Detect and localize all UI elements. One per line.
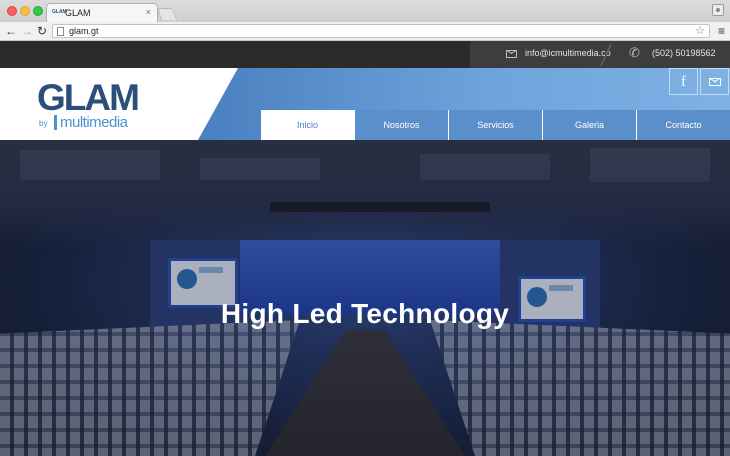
back-icon[interactable]: ← <box>5 23 17 39</box>
close-tab-icon[interactable]: × <box>146 7 151 17</box>
nav-item-servicios[interactable]: Servicios <box>448 110 542 140</box>
website: info@icmultimedia.co ✆ (502) 50198562 GL… <box>0 41 730 456</box>
browser-toolbar: ← → ↻ glam.gt ☆ ≡ <box>0 22 730 41</box>
hero-title: High Led Technology <box>220 298 510 329</box>
nav-item-galeria[interactable]: Galeria <box>542 110 636 140</box>
envelope-icon <box>709 78 721 86</box>
close-window-button[interactable] <box>7 6 17 16</box>
profile-icon[interactable] <box>712 4 724 16</box>
logo-bar <box>54 115 57 130</box>
contact-email-link[interactable]: info@icmultimedia.co <box>525 48 611 58</box>
hero-banner: High Led Technology <box>0 140 730 456</box>
page-icon <box>57 27 64 36</box>
browser-menu-icon[interactable]: ≡ <box>718 23 725 39</box>
url-text[interactable]: glam.gt <box>69 26 99 36</box>
nav-item-nosotros[interactable]: Nosotros <box>354 110 448 140</box>
browser-tab[interactable]: GLAM GLAM × <box>46 3 158 22</box>
new-tab-button[interactable] <box>156 8 178 20</box>
nav-item-inicio[interactable]: Inicio <box>261 110 354 140</box>
minimize-window-button[interactable] <box>20 6 30 16</box>
facebook-icon[interactable]: f <box>669 68 698 95</box>
nav-item-contacto[interactable]: Contacto <box>636 110 730 140</box>
logo-company: multimedia <box>60 114 128 131</box>
maximize-window-button[interactable] <box>33 6 43 16</box>
mail-icon <box>506 50 517 58</box>
glam-logo[interactable]: GLAM by multimedia <box>37 77 140 135</box>
reload-icon[interactable]: ↻ <box>37 23 47 39</box>
email-social-icon[interactable] <box>700 68 729 95</box>
forward-icon[interactable]: → <box>21 23 33 39</box>
main-nav: Inicio Nosotros Servicios Galeria Contac… <box>261 110 730 140</box>
phone-icon: ✆ <box>629 45 640 60</box>
address-bar[interactable]: glam.gt ☆ <box>52 24 710 38</box>
logo-wordmark: GLAM <box>37 77 140 118</box>
browser-tabstrip: GLAM GLAM × <box>0 0 730 23</box>
bookmark-star-icon[interactable]: ☆ <box>695 24 705 37</box>
contact-topbar: info@icmultimedia.co ✆ (502) 50198562 <box>0 41 730 68</box>
logo-by: by <box>39 119 48 128</box>
contact-phone: (502) 50198562 <box>652 48 716 58</box>
site-header: GLAM by multimedia f Inicio Nosotros Ser… <box>0 68 730 140</box>
tab-title: GLAM <box>65 8 91 18</box>
